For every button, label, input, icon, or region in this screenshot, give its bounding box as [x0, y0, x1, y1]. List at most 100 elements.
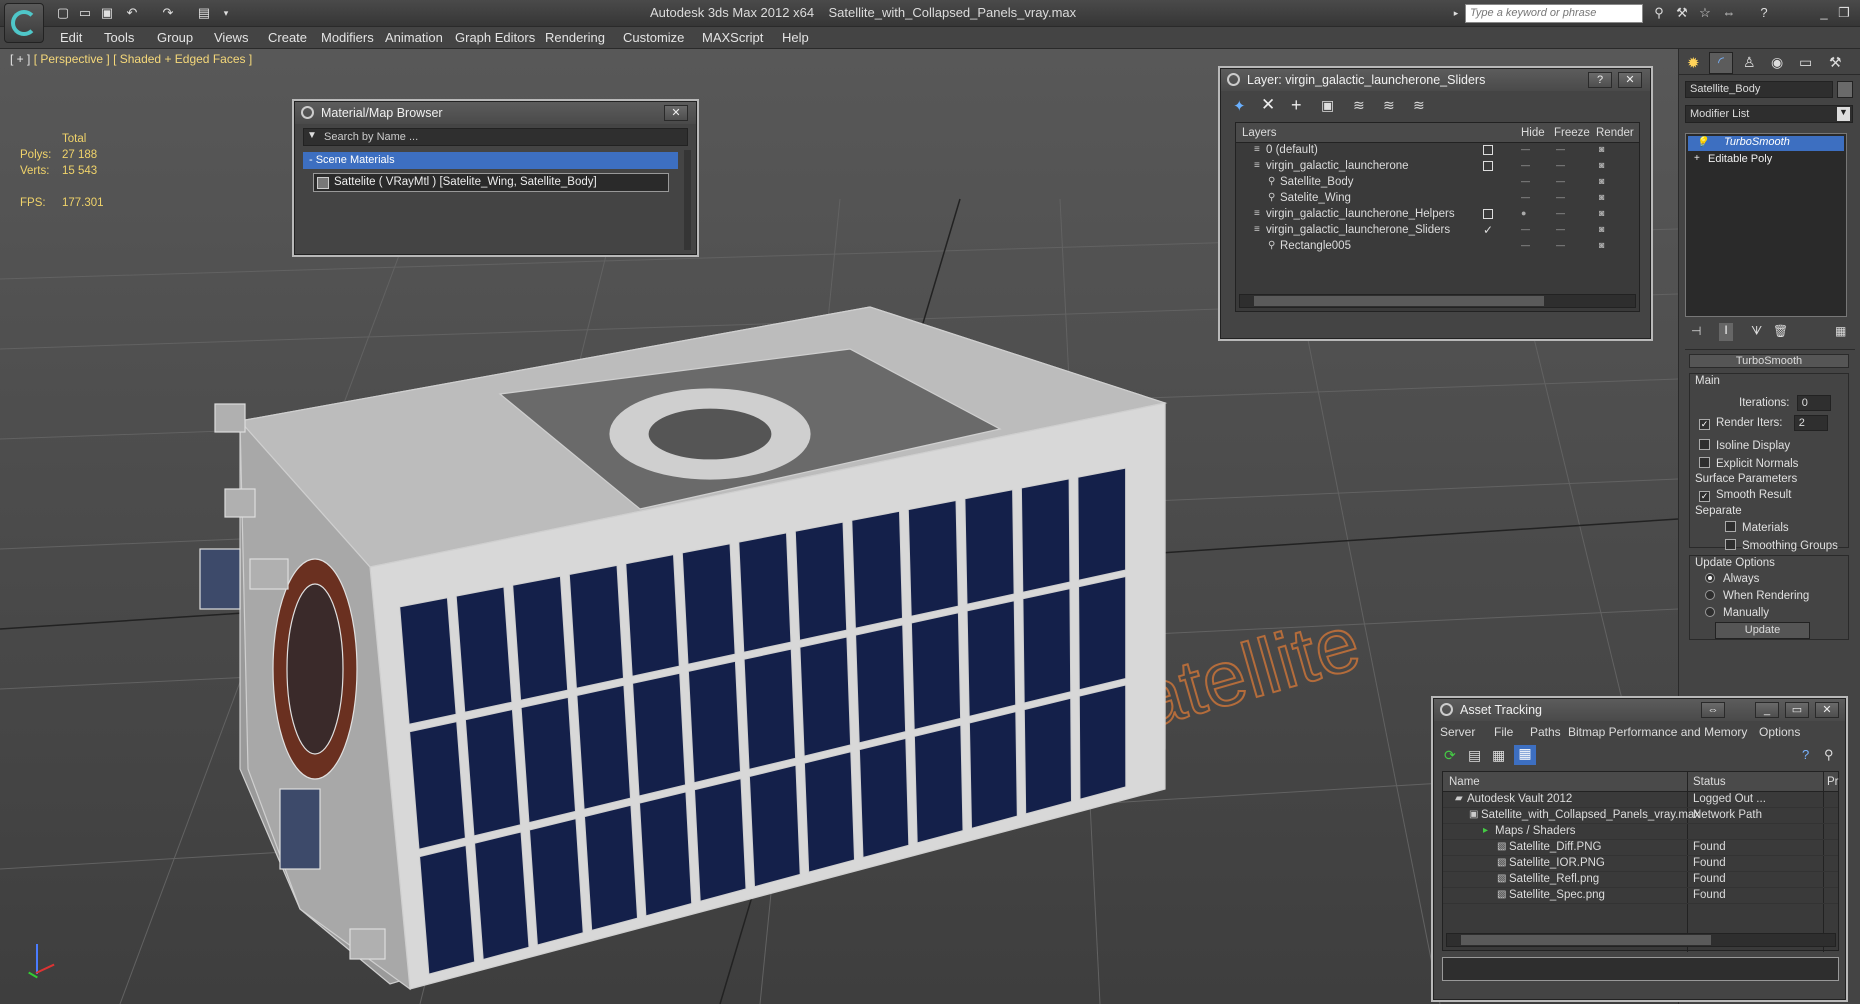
col-freeze[interactable]: Freeze: [1554, 127, 1590, 139]
project-folder-icon[interactable]: ▤: [196, 5, 212, 21]
binoculars-icon[interactable]: ⚲: [1650, 5, 1668, 21]
asset-row[interactable]: ▰ Autodesk Vault 2012 Logged Out ...: [1443, 792, 1838, 808]
stack-item-turbosmooth[interactable]: 💡 TurboSmooth: [1688, 136, 1844, 151]
maximize-icon[interactable]: ▭: [1785, 702, 1809, 718]
iterations-spinner[interactable]: 0: [1796, 395, 1831, 411]
undo-icon[interactable]: ↶: [124, 5, 140, 21]
layer-row[interactable]: ≡ virgin_galactic_launcherone_Sliders ✓ — — ◙: [1236, 223, 1639, 239]
help-icon[interactable]: ?: [1802, 747, 1809, 762]
highlight-icon[interactable]: ⚲: [1824, 747, 1834, 763]
make-unique-icon[interactable]: ᗐ: [1751, 324, 1762, 339]
hierarchy-tab-icon[interactable]: ♙: [1743, 54, 1756, 71]
select-objects-icon[interactable]: ▣: [1321, 97, 1334, 114]
set-current-layer-box[interactable]: [1483, 209, 1493, 219]
freeze-toggle[interactable]: —: [1556, 240, 1565, 250]
pin-stack-icon[interactable]: ⊣: [1691, 324, 1701, 338]
materials-checkbox[interactable]: [1725, 521, 1736, 532]
layer-title-bar[interactable]: Layer: virgin_galactic_launcherone_Slide…: [1221, 69, 1650, 91]
minimize-icon[interactable]: _: [1815, 5, 1833, 21]
help-icon[interactable]: ?: [1755, 5, 1773, 21]
refresh-icon[interactable]: ⟳: [1444, 747, 1456, 764]
add-to-layer-icon[interactable]: +: [1291, 95, 1302, 116]
open-file-icon[interactable]: ▭: [77, 5, 93, 21]
menu-create[interactable]: Create: [268, 30, 307, 45]
freeze-toggle[interactable]: —: [1556, 144, 1565, 154]
col-extra[interactable]: Pr: [1827, 776, 1839, 788]
update-button[interactable]: Update: [1715, 622, 1810, 639]
col-hide[interactable]: Hide: [1521, 127, 1545, 139]
freeze-toggle[interactable]: —: [1556, 224, 1565, 234]
freeze-toggle[interactable]: —: [1556, 160, 1565, 170]
menu-customize[interactable]: Customize: [623, 30, 684, 45]
layer-row[interactable]: ≡ virgin_galactic_launcherone — — ◙: [1236, 159, 1639, 175]
object-name-field[interactable]: Satellite_Body: [1685, 81, 1833, 98]
menu-modifiers[interactable]: Modifiers: [321, 30, 374, 45]
render-iters-spinner[interactable]: 2: [1793, 415, 1828, 431]
exchange-icon[interactable]: ⇔: [1720, 5, 1738, 21]
menu-graph-editors[interactable]: Graph Editors: [455, 30, 535, 45]
asset-horizontal-scrollbar[interactable]: [1446, 933, 1836, 947]
close-icon[interactable]: ✕: [1815, 702, 1839, 718]
help-icon[interactable]: ?: [1588, 72, 1612, 88]
when-rendering-radio[interactable]: [1705, 590, 1715, 600]
turbosmooth-rollout-header[interactable]: TurboSmooth: [1689, 354, 1849, 368]
motion-tab-icon[interactable]: ◉: [1771, 54, 1783, 71]
menu-group[interactable]: Group: [157, 30, 193, 45]
remove-modifier-icon[interactable]: 🗑: [1773, 324, 1788, 338]
freeze-toggle[interactable]: —: [1556, 176, 1565, 186]
save-file-icon[interactable]: ▣: [99, 5, 115, 21]
create-layer-icon[interactable]: ✦: [1233, 97, 1246, 115]
freeze-toggle[interactable]: —: [1556, 192, 1565, 202]
smooth-result-checkbox[interactable]: ✓: [1699, 491, 1710, 502]
create-tab-icon[interactable]: ✹: [1687, 54, 1700, 72]
chevron-down-icon[interactable]: ▾: [218, 5, 234, 21]
thumbnail-view-icon[interactable]: ▦: [1492, 747, 1505, 764]
asset-row[interactable]: ▧ Satellite_Diff.PNG Found: [1443, 840, 1838, 856]
asset-row[interactable]: ▣ Satellite_with_Collapsed_Panels_vray.ma…: [1443, 808, 1838, 824]
asset-row[interactable]: ▸ Maps / Shaders: [1443, 824, 1838, 840]
render-toggle[interactable]: ◙: [1599, 240, 1604, 250]
layer-row[interactable]: ⚲ Rectangle005 — — ◙: [1236, 239, 1639, 255]
viewport-label[interactable]: [ + ] [ Perspective ] [ Shaded + Edged F…: [10, 52, 252, 66]
search-options-chevron-icon[interactable]: ▼: [307, 130, 317, 141]
always-radio[interactable]: [1705, 573, 1715, 583]
object-color-swatch[interactable]: [1837, 81, 1853, 98]
explicit-normals-checkbox[interactable]: [1699, 457, 1710, 468]
layer-row[interactable]: ≡ virgin_galactic_launcherone_Helpers ● — ◙: [1236, 207, 1639, 223]
search-input[interactable]: Type a keyword or phrase: [1465, 4, 1643, 23]
menu-maxscript[interactable]: MAXScript: [702, 30, 763, 45]
modifier-list-dropdown[interactable]: Modifier List ▼: [1685, 105, 1853, 123]
smoothing-groups-checkbox[interactable]: [1725, 539, 1736, 550]
modify-tab-icon[interactable]: ◜: [1709, 52, 1733, 74]
hide-toggle[interactable]: —: [1521, 192, 1530, 202]
at-menu-file[interactable]: File: [1494, 725, 1513, 739]
asset-tracking-title-bar[interactable]: Asset Tracking ⇔ _ ▭ ✕: [1434, 699, 1845, 721]
stack-item-editable-poly[interactable]: + Editable Poly: [1688, 153, 1844, 168]
table-view-icon[interactable]: ▦: [1514, 745, 1536, 765]
isoline-checkbox[interactable]: [1699, 439, 1710, 450]
manually-radio[interactable]: [1705, 607, 1715, 617]
col-render[interactable]: Render: [1596, 127, 1634, 139]
menu-tools[interactable]: Tools: [104, 30, 134, 45]
new-file-icon[interactable]: ▢: [55, 5, 71, 21]
at-menu-bitmap[interactable]: Bitmap Performance and Memory: [1568, 725, 1747, 739]
highlight-layer-icon[interactable]: ≋: [1353, 97, 1365, 114]
render-toggle[interactable]: ◙: [1599, 192, 1604, 202]
expand-plus-icon[interactable]: +: [1694, 153, 1700, 164]
hide-toggle[interactable]: —: [1521, 144, 1530, 154]
at-menu-options[interactable]: Options: [1759, 725, 1800, 739]
render-toggle[interactable]: ◙: [1599, 144, 1604, 154]
material-search-input[interactable]: Search by Name ...: [324, 131, 418, 143]
viewport-plus-menu[interactable]: [ + ]: [10, 52, 30, 66]
redo-icon[interactable]: ↷: [160, 5, 176, 21]
hide-toggle[interactable]: ●: [1521, 208, 1526, 218]
viewport-shading-menu[interactable]: [ Shaded + Edged Faces ]: [113, 52, 252, 66]
material-list-scrollbar[interactable]: [684, 150, 691, 250]
render-toggle[interactable]: ◙: [1599, 208, 1604, 218]
favorites-icon[interactable]: ☆: [1696, 5, 1714, 21]
set-current-layer-box[interactable]: [1483, 145, 1493, 155]
close-icon[interactable]: ✕: [1618, 72, 1642, 88]
asset-path-field[interactable]: [1442, 957, 1839, 981]
freeze-all-icon[interactable]: ≋: [1413, 97, 1425, 114]
close-icon[interactable]: ✕: [664, 105, 688, 121]
